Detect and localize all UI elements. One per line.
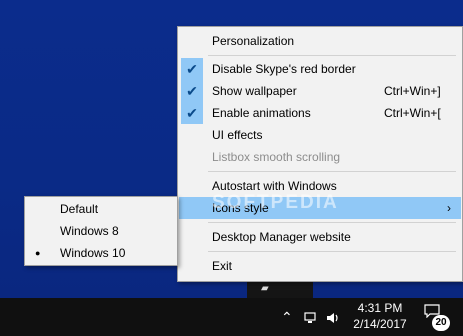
submenu-item-default[interactable]: Default [26,198,176,220]
menu-item-label: Show wallpaper [212,84,297,98]
clock-date: 2/14/2017 [353,317,407,331]
app-window-icon: ▰ [261,283,269,294]
submenu-item-windows-8[interactable]: Windows 8 [26,220,176,242]
icons-style-submenu: Default Windows 8 ● Windows 10 [24,196,178,266]
menu-item-label: Desktop Manager website [212,230,351,244]
menu-item-label: Exit [212,259,233,273]
notification-count-badge: 20 [432,315,450,331]
menu-item-personalization[interactable]: Personalization [179,30,461,52]
radio-dot-icon: ● [35,248,41,258]
menu-item-ui-effects[interactable]: UI effects [179,124,461,146]
menu-item-label: UI effects [212,128,263,142]
chevron-right-icon: › [447,201,451,215]
menu-separator [208,55,456,56]
network-icon[interactable] [304,298,318,336]
submenu-item-label: Default [60,202,99,216]
chevron-up-icon[interactable]: ⌃ [281,298,293,336]
taskbar-clock[interactable]: 4:31 PM 2/14/2017 [345,300,415,332]
menu-item-shortcut: Ctrl+Win+[ [384,106,441,120]
checkmark-icon: ✔ [181,102,203,124]
menu-item-listbox-smooth-scrolling: Listbox smooth scrolling [179,146,461,168]
checkmark-icon: ✔ [181,80,203,102]
menu-item-exit[interactable]: Exit [179,255,461,277]
menu-item-label: Enable animations [212,106,311,120]
menu-item-enable-animations[interactable]: ✔ Enable animations Ctrl+Win+[ [179,102,461,124]
menu-item-website[interactable]: Desktop Manager website [179,226,461,248]
notification-center-button[interactable]: 20 [420,300,456,334]
speaker-icon[interactable] [326,298,340,336]
submenu-item-label: Windows 10 [60,246,126,260]
menu-item-show-wallpaper[interactable]: ✔ Show wallpaper Ctrl+Win+] [179,80,461,102]
submenu-item-label: Windows 8 [60,224,119,238]
softpedia-watermark: SOFTPEDIA [212,192,339,213]
menu-item-label: Listbox smooth scrolling [212,150,341,164]
taskbar-app-preview: ▰ [247,282,313,298]
menu-separator [208,171,456,172]
menu-separator [208,251,456,252]
menu-item-disable-border[interactable]: ✔ Disable Skype's red border [179,58,461,80]
menu-separator [208,222,456,223]
submenu-item-windows-10[interactable]: ● Windows 10 [26,242,176,264]
taskbar: ⌃ 4:31 PM 2/14/2017 20 [0,298,463,336]
menu-item-shortcut: Ctrl+Win+] [384,84,441,98]
menu-item-label: Disable Skype's red border [212,62,356,76]
menu-item-label: Personalization [212,34,295,48]
checkmark-icon: ✔ [181,58,203,80]
context-menu: Personalization ✔ Disable Skype's red bo… [177,26,463,282]
clock-time: 4:31 PM [357,301,403,315]
